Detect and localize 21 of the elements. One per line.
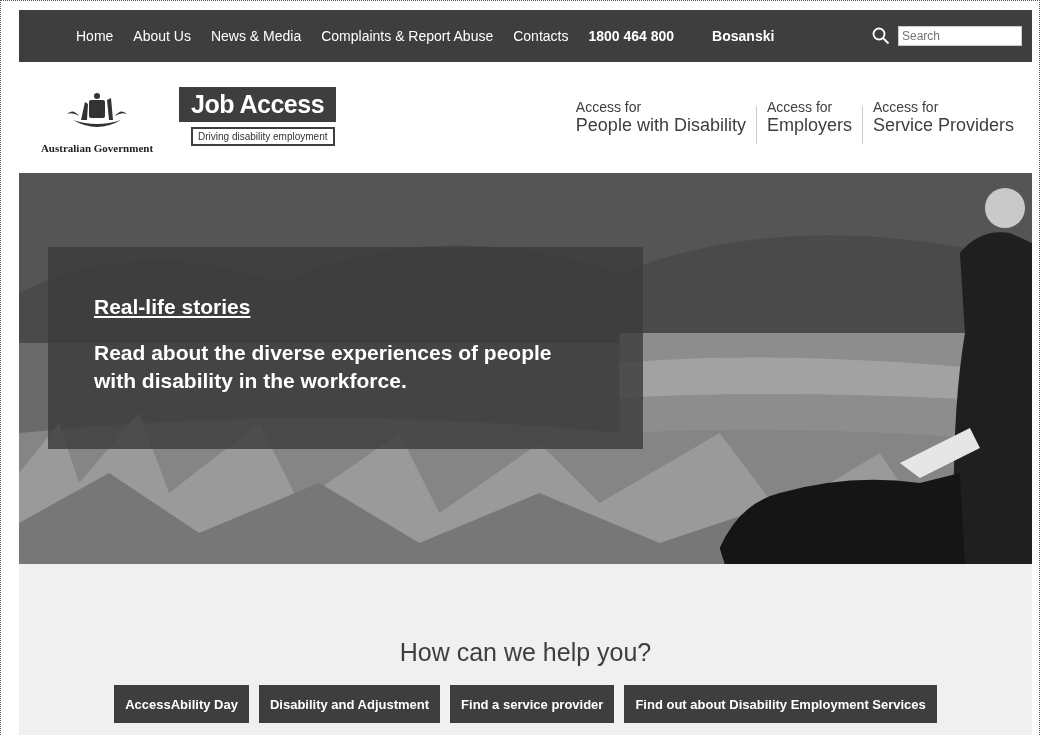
nav-link[interactable]: About Us	[133, 28, 191, 44]
help-button[interactable]: Disability and Adjustment	[258, 685, 441, 723]
audience-link[interactable]: Access for Service Providers	[862, 99, 1024, 136]
real-life-stories-link[interactable]: Real-life stories	[94, 295, 251, 319]
search-icon[interactable]	[872, 27, 890, 45]
nav-link[interactable]: Contacts	[513, 28, 569, 44]
job-access-logo[interactable]: Job Access Driving disability employment	[179, 86, 369, 149]
story-text: Read about the diverse experiences of people with disability in the workforce.	[94, 340, 553, 395]
language-link[interactable]: Bosanski	[712, 28, 775, 44]
government-name: Australian Government	[40, 141, 154, 154]
help-button[interactable]: Find a service provider	[450, 685, 615, 723]
nav-link[interactable]: Home	[76, 28, 114, 44]
nav-link[interactable]: News & Media	[210, 28, 302, 44]
audience-link[interactable]: Access for Employers	[756, 99, 862, 136]
audience-link[interactable]: Access for People with Disability	[565, 99, 756, 136]
phone-link[interactable]: 1800 464 800	[588, 28, 675, 44]
help-button[interactable]: AccessAbility Day	[114, 685, 249, 723]
help-button[interactable]: Find out about Disability Employment Services	[624, 685, 937, 723]
search-field[interactable]: Search	[898, 26, 1022, 46]
nav-link[interactable]: Complaints & Report Abuse	[321, 28, 494, 44]
help-heading: How can we help you?	[399, 638, 652, 667]
